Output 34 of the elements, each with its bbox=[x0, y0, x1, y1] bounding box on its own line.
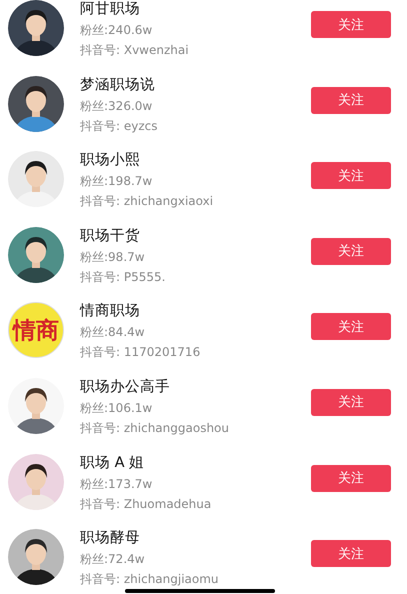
account-id: 抖音号: P5555. bbox=[80, 268, 166, 286]
account-name: 职场干货 bbox=[80, 226, 141, 246]
account-name: 阿甘职场 bbox=[80, 0, 141, 19]
follow-button[interactable]: 关注 bbox=[311, 11, 391, 38]
account-name: 职场办公高手 bbox=[80, 378, 171, 397]
follower-count: 粉丝:326.0w bbox=[80, 98, 154, 115]
avatar-logo: 情商 bbox=[8, 302, 64, 358]
account-name: 职场 A 姐 bbox=[80, 454, 146, 473]
follow-button[interactable]: 关注 bbox=[311, 162, 391, 190]
account-name: 职场酵母 bbox=[80, 529, 141, 548]
follower-count: 粉丝:240.6w bbox=[80, 22, 154, 39]
follower-count: 粉丝:84.4w bbox=[80, 324, 146, 342]
account-name: 情商职场 bbox=[80, 302, 141, 322]
account-id: 抖音号: eyzcs bbox=[80, 118, 158, 135]
account-id: 抖音号: zhichangjiaomu bbox=[80, 571, 220, 588]
account-id: 抖音号: Xvwenzhai bbox=[80, 42, 190, 59]
follow-button[interactable]: 关注 bbox=[311, 238, 391, 265]
follower-count: 粉丝:106.1w bbox=[80, 400, 154, 417]
follow-button[interactable]: 关注 bbox=[311, 86, 391, 114]
follower-count: 粉丝:173.7w bbox=[80, 476, 154, 493]
follower-count: 粉丝:198.7w bbox=[80, 173, 154, 190]
account-id: 抖音号: zhichanggaoshou bbox=[80, 420, 230, 437]
follow-button[interactable]: 关注 bbox=[311, 540, 391, 568]
follow-button[interactable]: 关注 bbox=[311, 313, 391, 340]
account-id: 抖音号: Zhuomadehua bbox=[80, 496, 212, 513]
account-name: 梦涵职场说 bbox=[80, 76, 156, 95]
follow-button[interactable]: 关注 bbox=[311, 388, 391, 416]
account-id: 抖音号: zhichangxiaoxi bbox=[80, 193, 214, 210]
follow-button[interactable]: 关注 bbox=[311, 464, 391, 492]
home-indicator[interactable] bbox=[125, 589, 275, 593]
follower-count: 粉丝:72.4w bbox=[80, 551, 146, 568]
follower-count: 粉丝:98.7w bbox=[80, 248, 146, 266]
account-id: 抖音号: 1170201716 bbox=[80, 344, 202, 362]
account-name: 职场小熙 bbox=[80, 151, 141, 170]
